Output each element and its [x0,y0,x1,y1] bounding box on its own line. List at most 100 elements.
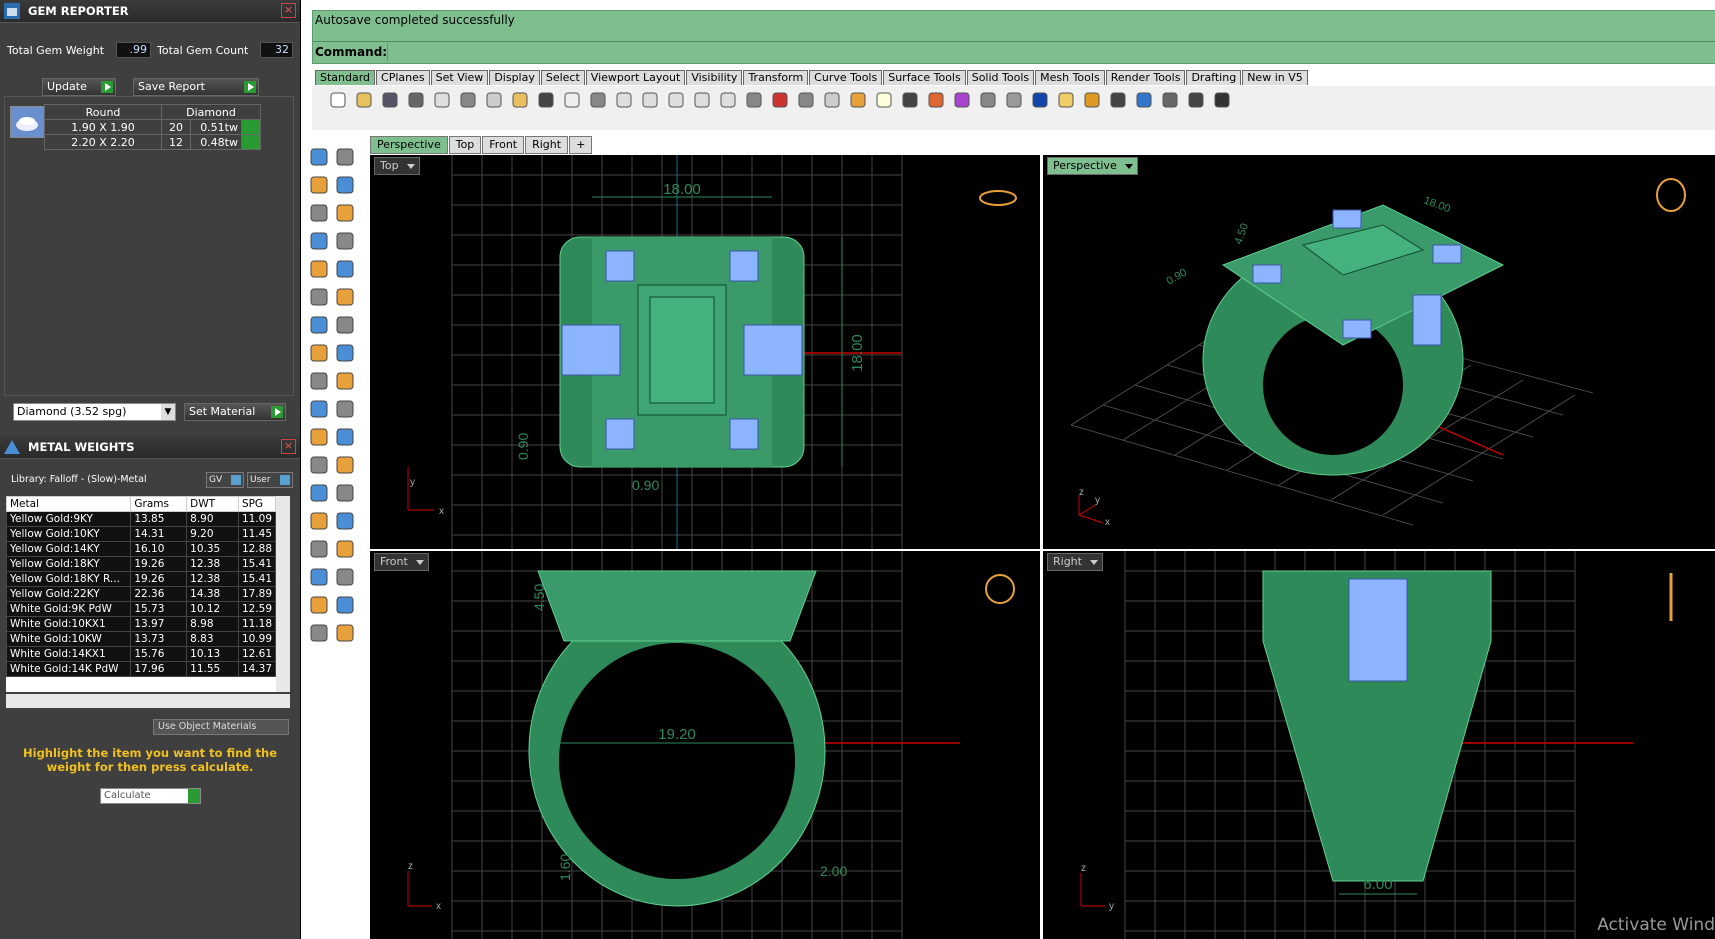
array-icon[interactable] [334,538,356,560]
paste-icon[interactable] [510,90,530,110]
select-icon[interactable] [308,146,330,168]
boolean-icon[interactable] [308,426,330,448]
settings-icon[interactable] [1082,90,1102,110]
print-icon[interactable] [406,90,426,110]
curve-icon[interactable] [334,174,356,196]
help-icon[interactable] [1134,90,1154,110]
metal-row[interactable]: Yellow Gold:9KY 13.85 8.90 11.09 [6,511,277,527]
light-icon[interactable] [874,90,894,110]
car-icon[interactable] [770,90,790,110]
add-viewport-tab[interactable]: + [569,136,593,154]
cylinder-icon[interactable] [308,342,330,364]
extrude-icon[interactable] [308,398,330,420]
zoom-selected-icon[interactable] [692,90,712,110]
select-point-icon[interactable] [848,90,868,110]
viewport-tab-perspective[interactable]: Perspective [370,136,448,154]
horizontal-scrollbar[interactable] [6,694,290,708]
cplane-icon[interactable] [822,90,842,110]
viewport-front-label[interactable]: Front [374,553,429,571]
tab-cplanes[interactable]: CPlanes [376,70,430,85]
viewport-right[interactable]: 6.00 z y Right Activate Wind [1043,551,1715,939]
tab-mesh-tools[interactable]: Mesh Tools [1035,70,1105,85]
viewport-perspective-label[interactable]: Perspective [1047,157,1138,175]
sphere-icon[interactable] [334,314,356,336]
viewport-top-label[interactable]: Top [374,157,420,175]
viewport-tab-right[interactable]: Right [525,136,569,154]
tab-display[interactable]: Display [489,70,540,85]
metal-row[interactable]: White Gold:10KX1 13.97 8.98 11.18 [6,616,277,632]
named-view-icon[interactable] [796,90,816,110]
material-select[interactable]: Diamond (3.52 spg) ▼ [13,403,176,421]
save-icon[interactable] [380,90,400,110]
metal-row[interactable]: Yellow Gold:18KY R... 19.26 12.38 15.41 [6,571,277,587]
rendered-sphere-icon[interactable] [1004,90,1024,110]
stack-icon[interactable] [334,566,356,588]
copy-icon[interactable] [484,90,504,110]
ellipse-icon[interactable] [334,202,356,224]
layer-icon[interactable] [308,594,330,616]
zoom-dynamic-icon[interactable] [614,90,634,110]
metal-row[interactable]: Yellow Gold:10KY 14.31 9.20 11.45 [6,526,277,542]
plane-icon[interactable] [334,342,356,364]
viewport-layout-icon[interactable] [744,90,764,110]
gem-icon[interactable] [308,622,330,644]
metal-row[interactable]: White Gold:14K PdW 17.96 11.55 14.37 [6,661,277,677]
align-icon[interactable] [334,510,356,532]
shaded-sphere-icon[interactable] [978,90,998,110]
metal-row[interactable]: White Gold:9K PdW 15.73 10.12 12.59 [6,601,277,617]
metal-row[interactable]: White Gold:14KX1 15.76 10.13 12.61 [6,646,277,662]
undo-icon[interactable] [536,90,556,110]
dimension-icon[interactable] [1108,90,1128,110]
gear-icon[interactable] [308,370,330,392]
command-input[interactable] [387,43,1715,61]
color-wheel-icon[interactable] [952,90,972,110]
dimension-icon[interactable] [334,482,356,504]
grid-icon[interactable] [308,566,330,588]
cut-icon[interactable] [458,90,478,110]
tab-curve-tools[interactable]: Curve Tools [809,70,883,85]
gv-toggle[interactable]: GV [206,472,244,488]
history-icon[interactable] [1160,90,1180,110]
calculate-button[interactable]: Calculate [100,788,201,804]
zoom-window-icon[interactable] [640,90,660,110]
sweep-icon[interactable] [334,286,356,308]
viewport-tab-front[interactable]: Front [482,136,525,154]
tab-drafting[interactable]: Drafting [1186,70,1242,85]
viewport-right-label[interactable]: Right [1047,553,1103,571]
viewport-front[interactable]: 19.20 4.50 1.60 2.00 z x Front [370,551,1040,939]
point-icon[interactable] [334,146,356,168]
zoom-reset-icon[interactable] [718,90,738,110]
metal-row[interactable]: Yellow Gold:22KY 22.36 14.38 17.89 [6,586,277,602]
gem-reporter-close-icon[interactable]: × [281,3,296,18]
viewport-perspective[interactable]: 18.00 4.50 0.90 z y x Perspective [1043,155,1715,549]
tab-set-view[interactable]: Set View [430,70,489,85]
viewport-top[interactable]: 18.00 18.00 0.90 0.90 y x Top [370,155,1040,549]
polygon-icon[interactable] [308,258,330,280]
metal-row[interactable]: White Gold:10KW 13.73 8.83 10.99 [6,631,277,647]
check-icon[interactable] [1212,90,1232,110]
polyline-icon[interactable] [308,174,330,196]
split-icon[interactable] [334,426,356,448]
text-icon[interactable] [308,482,330,504]
lightning-icon[interactable] [334,370,356,392]
metal-row[interactable]: Yellow Gold:14KY 16.10 10.35 12.88 [6,541,277,557]
grid-snap-icon[interactable] [1186,90,1206,110]
material-icon[interactable] [926,90,946,110]
check-icon[interactable] [334,594,356,616]
trim-icon[interactable] [308,454,330,476]
tab-visibility[interactable]: Visibility [686,70,743,85]
tab-select[interactable]: Select [540,70,585,85]
set-material-button[interactable]: Set Material [184,403,286,421]
new-file-icon[interactable] [328,90,348,110]
tab-new-in-v5[interactable]: New in V5 [1242,70,1308,85]
lock-icon[interactable] [900,90,920,110]
use-object-materials-button[interactable]: Use Object Materials [153,719,289,735]
tab-viewport-layout[interactable]: Viewport Layout [585,70,686,85]
group-icon[interactable] [308,510,330,532]
tab-solid-tools[interactable]: Solid Tools [966,70,1035,85]
update-button[interactable]: Update [42,78,116,96]
box-icon[interactable] [308,314,330,336]
save-report-button[interactable]: Save Report [133,78,259,96]
surface-icon[interactable] [308,286,330,308]
extend-icon[interactable] [334,454,356,476]
